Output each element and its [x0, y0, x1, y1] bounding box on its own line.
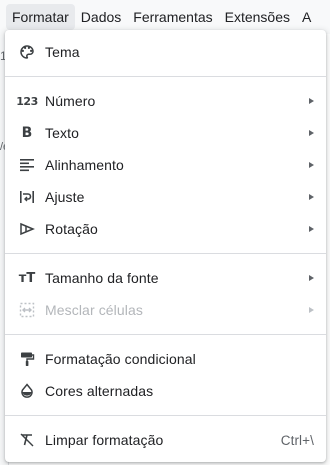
submenu-arrow-icon [304, 307, 314, 313]
menu-item-label: Formatação condicional [45, 351, 196, 367]
menubar: Formatar Dados Ferramentas Extensões A [0, 0, 330, 34]
paint-roller-icon [18, 350, 36, 368]
menu-item-cores-alternadas[interactable]: Cores alternadas [5, 375, 326, 407]
align-left-icon [18, 156, 36, 174]
menu-item-rotacao[interactable]: Rotação [5, 213, 326, 245]
menu-item-mesclar-celulas: Mesclar células [5, 294, 326, 326]
alternating-colors-icon [18, 382, 36, 400]
menu-item-tema[interactable]: Tema [5, 36, 326, 68]
menu-divider [5, 76, 326, 77]
menu-item-label: Cores alternadas [45, 383, 154, 399]
text-rotation-icon [18, 220, 36, 238]
menu-dados[interactable]: Dados [75, 4, 127, 30]
keyboard-shortcut: Ctrl+\ [280, 432, 314, 448]
menu-item-label: Número [45, 93, 96, 109]
menu-ajuda-partial[interactable]: A [296, 4, 317, 30]
menu-ferramentas[interactable]: Ferramentas [127, 4, 218, 30]
menu-item-texto[interactable]: B Texto [5, 117, 326, 149]
menu-extensoes[interactable]: Extensões [219, 4, 296, 30]
menu-item-label: Texto [45, 125, 79, 141]
number-format-icon: 123 [16, 94, 38, 108]
menu-item-label: Alinhamento [45, 157, 124, 173]
menu-item-ajuste[interactable]: Ajuste [5, 181, 326, 213]
submenu-arrow-icon [304, 275, 314, 281]
menu-item-tamanho-da-fonte[interactable]: тT Tamanho da fonte [5, 262, 326, 294]
menu-item-formatacao-condicional[interactable]: Formatação condicional [5, 343, 326, 375]
menu-item-numero[interactable]: 123 Número [5, 85, 326, 117]
clear-format-icon [18, 431, 36, 449]
menu-item-label: Ajuste [45, 189, 85, 205]
menu-item-alinhamento[interactable]: Alinhamento [5, 149, 326, 181]
submenu-arrow-icon [304, 162, 314, 168]
submenu-arrow-icon [304, 194, 314, 200]
font-size-icon: тT [18, 270, 36, 286]
menu-item-label: Rotação [45, 221, 98, 237]
menu-formatar[interactable]: Formatar [6, 4, 75, 30]
merge-cells-icon [18, 301, 36, 319]
menu-divider [5, 334, 326, 335]
menu-item-limpar-formatacao[interactable]: Limpar formatação Ctrl+\ [5, 424, 326, 456]
bold-icon: B [21, 125, 33, 141]
submenu-arrow-icon [304, 98, 314, 104]
submenu-arrow-icon [304, 130, 314, 136]
menu-divider [5, 253, 326, 254]
menu-item-label: Mesclar células [45, 302, 143, 318]
submenu-arrow-icon [304, 226, 314, 232]
palette-icon [18, 43, 36, 61]
text-wrap-icon [18, 188, 36, 206]
menu-divider [5, 415, 326, 416]
menu-item-label: Limpar formatação [45, 432, 164, 448]
format-dropdown-menu: Tema 123 Número B Texto Alinhamento Ajus… [5, 30, 326, 462]
menu-item-label: Tamanho da fonte [45, 270, 159, 286]
menu-item-label: Tema [45, 44, 80, 60]
